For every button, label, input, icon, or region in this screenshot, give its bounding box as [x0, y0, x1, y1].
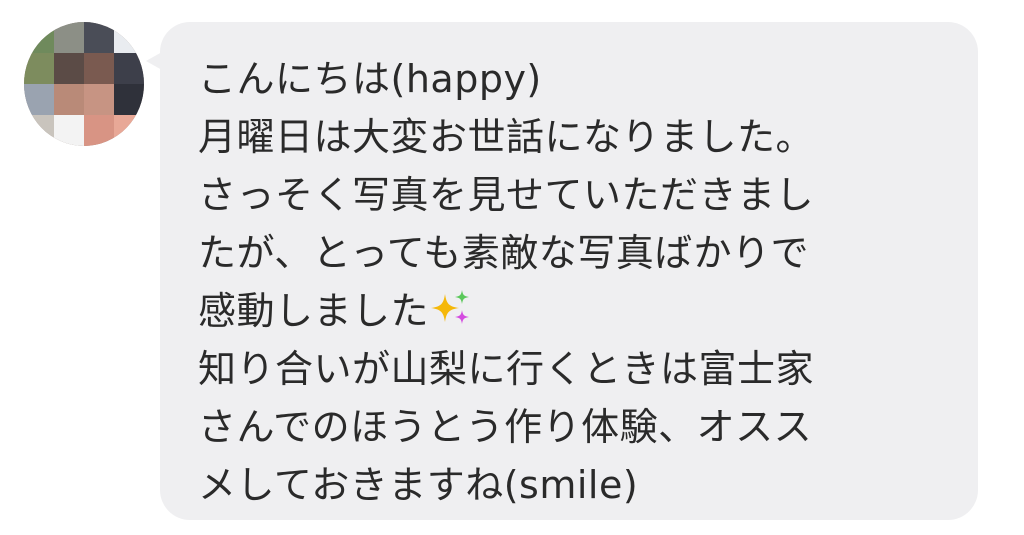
avatar-pixel [54, 53, 84, 84]
message-line-text: 感動しました [198, 289, 430, 333]
avatar-pixel [54, 84, 84, 115]
avatar-pixel [24, 22, 54, 53]
sparkles-icon [429, 288, 473, 328]
message-line: さんでのほうとう作り体験、オスス [198, 405, 813, 449]
message-line: メしておきますね(smile) [198, 463, 639, 507]
avatar-pixel [84, 22, 114, 53]
message-line-with-emoji: 感動しました [198, 282, 958, 340]
avatar-pixel [114, 84, 144, 115]
avatar-pixel [114, 53, 144, 84]
chat-message-row: こんにちは(happy) 月曜日は大変お世話になりました。 さっそく写真を見せて… [0, 0, 1024, 535]
avatar-pixel [114, 22, 144, 53]
avatar-pixel [24, 84, 54, 115]
message-line: さっそく写真を見せていただきまし [198, 173, 815, 217]
message-line: たが、とっても素敵な写真ばかりで [198, 231, 810, 275]
message-bubble[interactable]: こんにちは(happy) 月曜日は大変お世話になりました。 さっそく写真を見せて… [160, 22, 978, 520]
message-line: こんにちは(happy) [198, 57, 542, 101]
avatar-pixel [24, 115, 54, 146]
avatar-pixel [54, 115, 84, 146]
message-line: 知り合いが山梨に行くときは富士家 [198, 347, 815, 391]
avatar-pixel [84, 115, 114, 146]
avatar-pixel [84, 84, 114, 115]
avatar-pixel [114, 115, 144, 146]
message-line: 月曜日は大変お世話になりました。 [198, 115, 815, 159]
avatar-pixel [84, 53, 114, 84]
avatar-pixel [24, 53, 54, 84]
avatar[interactable] [24, 22, 144, 146]
avatar-pixel [54, 22, 84, 53]
